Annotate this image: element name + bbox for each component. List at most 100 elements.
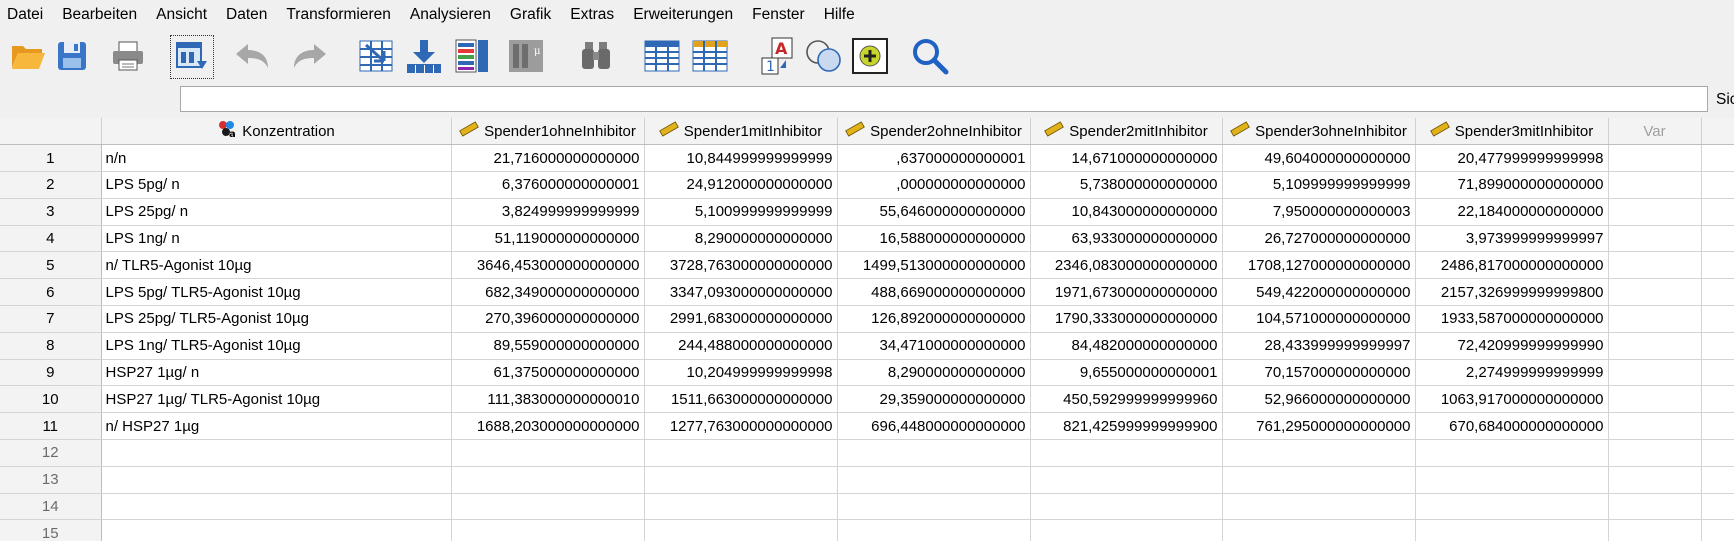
cell-empty[interactable] [1415, 519, 1609, 541]
cell-konzentration[interactable]: LPS 1ng/ TLR5-Agonist 10µg [101, 332, 452, 360]
cell-value[interactable]: 2157,326999999999800 [1415, 278, 1609, 307]
cell-value[interactable]: 1933,587000000000000 [1415, 305, 1609, 333]
cell-empty[interactable] [1415, 493, 1609, 521]
cell-var[interactable] [1608, 412, 1702, 441]
column-header-spender2mitinhibitor[interactable]: Spender2mitInhibitor [1030, 118, 1223, 146]
cell-empty[interactable] [644, 519, 838, 541]
cell-value[interactable]: 821,425999999999900 [1030, 412, 1223, 441]
cell-value[interactable]: 22,184000000000000 [1415, 198, 1609, 226]
cell-empty[interactable] [837, 493, 1031, 521]
row-number[interactable]: 5 [0, 251, 102, 280]
cell-var[interactable] [1608, 144, 1702, 173]
cell-value[interactable]: 1511,663000000000000 [644, 385, 838, 414]
cell-value[interactable]: 72,420999999999990 [1415, 332, 1609, 360]
insert-cases-icon[interactable] [642, 36, 682, 76]
cell-value[interactable]: 1499,513000000000000 [837, 251, 1031, 280]
cell-empty[interactable] [101, 439, 452, 467]
cell-empty[interactable] [1222, 466, 1416, 494]
menu-daten[interactable]: Daten [219, 0, 279, 30]
row-number[interactable]: 4 [0, 225, 102, 253]
cell-value[interactable]: 488,669000000000000 [837, 278, 1031, 307]
cell-value-input[interactable] [180, 86, 1708, 112]
dialog-recall-icon[interactable] [170, 35, 214, 79]
cell-var[interactable] [1608, 171, 1702, 199]
cell-value[interactable]: 20,477999999999998 [1415, 144, 1609, 173]
cell-value[interactable]: 3,973999999999997 [1415, 225, 1609, 253]
cell-value[interactable]: 6,376000000000001 [451, 171, 645, 199]
cell-empty[interactable] [451, 439, 645, 467]
cell-var[interactable] [1608, 305, 1702, 333]
cell-konzentration[interactable]: LPS 1ng/ n [101, 225, 452, 253]
cell-value[interactable]: 270,396000000000000 [451, 305, 645, 333]
cell-value[interactable]: 89,559000000000000 [451, 332, 645, 360]
cell-konzentration[interactable]: n/ HSP27 1µg [101, 412, 452, 441]
cell-value[interactable]: 111,383000000000010 [451, 385, 645, 414]
insert-variable-icon[interactable] [690, 36, 730, 76]
cell-konzentration[interactable]: n/n [101, 144, 452, 173]
cell-value[interactable]: 450,592999999999960 [1030, 385, 1223, 414]
cell-value[interactable]: 682,349000000000000 [451, 278, 645, 307]
menu-hilfe[interactable]: Hilfe [817, 0, 867, 30]
cell-empty[interactable] [1608, 493, 1702, 521]
cell-value[interactable]: 1708,127000000000000 [1222, 251, 1416, 280]
cell-konzentration[interactable]: HSP27 1µg/ n [101, 359, 452, 387]
cell-empty[interactable] [644, 493, 838, 521]
cell-value[interactable]: 10,204999999999998 [644, 359, 838, 387]
cell-empty[interactable] [101, 466, 452, 494]
cell-empty[interactable] [837, 439, 1031, 467]
cell-value[interactable]: 2346,083000000000000 [1030, 251, 1223, 280]
cell-value[interactable]: 244,488000000000000 [644, 332, 838, 360]
cell-value[interactable]: 761,295000000000000 [1222, 412, 1416, 441]
cell-value[interactable]: 549,422000000000000 [1222, 278, 1416, 307]
cell-value[interactable]: 2486,817000000000000 [1415, 251, 1609, 280]
cell-value[interactable]: 3728,763000000000000 [644, 251, 838, 280]
cell-value[interactable]: 2991,683000000000000 [644, 305, 838, 333]
cell-empty[interactable] [451, 493, 645, 521]
cell-konzentration[interactable]: LPS 25pg/ n [101, 198, 452, 226]
row-number[interactable]: 15 [0, 519, 102, 541]
cell-value[interactable]: 26,727000000000000 [1222, 225, 1416, 253]
menu-analysieren[interactable]: Analysieren [403, 0, 503, 30]
cell-empty[interactable] [1608, 519, 1702, 541]
row-number[interactable]: 8 [0, 332, 102, 360]
cell-empty[interactable] [451, 519, 645, 541]
menu-ansicht[interactable]: Ansicht [149, 0, 219, 30]
menu-erweiterungen[interactable]: Erweiterungen [626, 0, 745, 30]
row-number[interactable]: 3 [0, 198, 102, 226]
cell-var[interactable] [1608, 225, 1702, 253]
cell-empty[interactable] [1222, 493, 1416, 521]
cell-value[interactable]: 5,100999999999999 [644, 198, 838, 226]
menu-extras[interactable]: Extras [563, 0, 626, 30]
cell-value[interactable]: 7,950000000000003 [1222, 198, 1416, 226]
cell-empty[interactable] [1030, 439, 1223, 467]
cell-empty[interactable] [1415, 466, 1609, 494]
cell-empty[interactable] [101, 519, 452, 541]
cell-value[interactable]: 3347,093000000000000 [644, 278, 838, 307]
cell-value[interactable]: 1971,673000000000000 [1030, 278, 1223, 307]
cell-value[interactable]: 51,119000000000000 [451, 225, 645, 253]
cell-konzentration[interactable]: n/ TLR5-Agonist 10µg [101, 251, 452, 280]
cell-value[interactable]: 104,571000000000000 [1222, 305, 1416, 333]
cell-value[interactable]: 1790,333000000000000 [1030, 305, 1223, 333]
column-header-spender1ohneinhibitor[interactable]: Spender1ohneInhibitor [451, 118, 645, 146]
cell-empty[interactable] [837, 466, 1031, 494]
redo-icon[interactable] [290, 36, 330, 76]
cell-value[interactable]: 670,684000000000000 [1415, 412, 1609, 441]
value-labels-icon[interactable] [852, 38, 888, 74]
row-number[interactable]: 10 [0, 385, 102, 414]
row-number[interactable]: 14 [0, 493, 102, 521]
find-icon[interactable] [576, 36, 616, 76]
cell-konzentration[interactable]: HSP27 1µg/ TLR5-Agonist 10µg [101, 385, 452, 414]
cell-value[interactable]: 696,448000000000000 [837, 412, 1031, 441]
menu-fenster[interactable]: Fenster [745, 0, 817, 30]
row-number[interactable]: 2 [0, 171, 102, 199]
cell-empty[interactable] [1415, 439, 1609, 467]
cell-value[interactable]: 61,375000000000000 [451, 359, 645, 387]
cell-value[interactable]: 3,824999999999999 [451, 198, 645, 226]
row-number-header[interactable] [0, 118, 102, 146]
cell-value[interactable]: 24,912000000000000 [644, 171, 838, 199]
cell-empty[interactable] [644, 439, 838, 467]
cell-empty[interactable] [451, 466, 645, 494]
cell-empty[interactable] [644, 466, 838, 494]
column-header-spender3ohneinhibitor[interactable]: Spender3ohneInhibitor [1222, 118, 1416, 146]
